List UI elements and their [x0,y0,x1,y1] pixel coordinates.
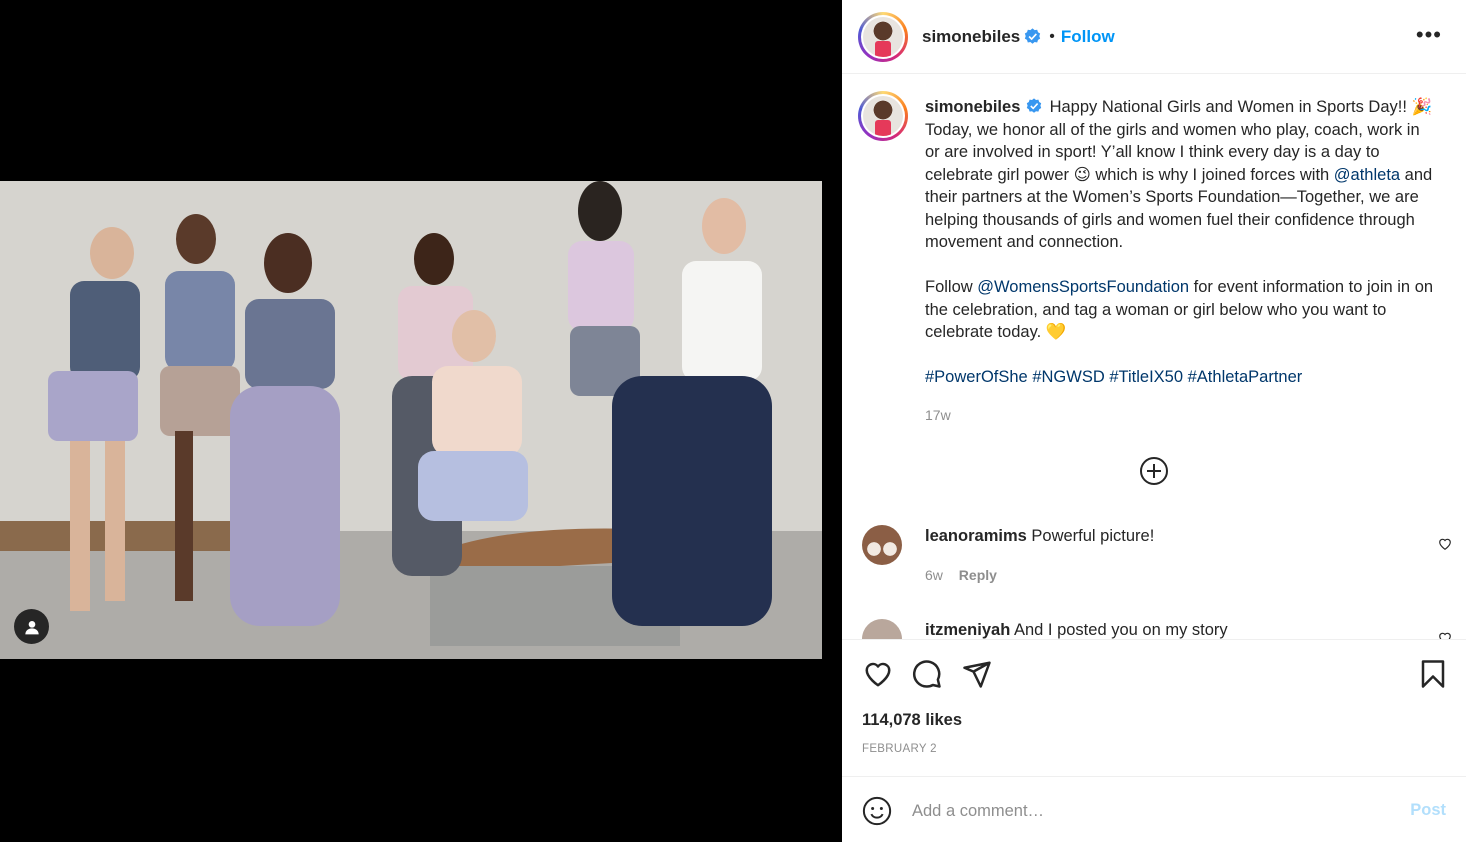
share-send-icon[interactable] [962,659,992,689]
hashtag-link[interactable]: #TitleIX50 [1109,368,1183,386]
mention-womens-sports-foundation[interactable]: @WomensSportsFoundation [977,278,1189,296]
verified-badge-icon [1026,98,1042,113]
comment-bubble-icon[interactable] [912,659,942,689]
comment-like-heart-icon[interactable] [1438,631,1452,639]
avatar-image [863,96,903,136]
media-pane [0,0,842,842]
caption-timestamp[interactable]: 17w [925,407,951,423]
post-date[interactable]: FEBRUARY 2 [862,743,937,755]
comment-timestamp[interactable]: 6w [925,567,943,583]
post-comment-button[interactable]: Post [1410,801,1446,820]
comments-scroll-area[interactable]: simonebiles Happy National Girls and Wom… [842,75,1466,639]
header-separator: • [1049,27,1055,45]
likes-count[interactable]: 114,078 likes [862,711,962,730]
caption-text-part: Follow [925,278,978,296]
commenter-avatar[interactable] [862,619,902,639]
reply-button[interactable]: Reply [959,567,997,583]
post-side-panel: simonebiles • Follow ••• simonebiles Hap… [842,0,1466,842]
user-icon [24,620,39,634]
hashtag-link[interactable]: #PowerOfShe [925,368,1028,386]
comment-text: And I posted you on my story [1013,621,1228,639]
tagged-users-button[interactable] [14,609,49,644]
instagram-post-modal: simonebiles • Follow ••• simonebiles Hap… [0,0,1466,842]
emoji-smiley-icon[interactable] [862,796,892,826]
post-actions: 114,078 likes FEBRUARY 2 [842,639,1466,776]
commenter-username[interactable]: leanoramims [925,527,1027,545]
commenter-username[interactable]: itzmeniyah [925,621,1010,639]
post-caption: simonebiles Happy National Girls and Wom… [925,96,1435,389]
like-heart-icon[interactable] [862,659,894,689]
post-photo[interactable] [0,181,822,659]
save-bookmark-icon[interactable] [1420,659,1446,689]
more-options-icon[interactable]: ••• [1416,24,1442,46]
caption-author-avatar[interactable] [858,91,908,141]
comment-input[interactable] [912,793,1382,829]
hashtag-link[interactable]: #NGWSD [1032,368,1104,386]
verified-badge-icon [1025,28,1041,44]
caption-username[interactable]: simonebiles [925,98,1020,116]
hashtag-link[interactable]: #AthletaPartner [1188,368,1303,386]
load-more-comments-icon[interactable] [1139,456,1169,486]
avatar-image [863,16,903,57]
add-comment-bar: Post [842,776,1466,842]
follow-button[interactable]: Follow [1061,27,1115,47]
author-avatar[interactable] [858,11,908,62]
commenter-avatar[interactable] [862,525,902,565]
author-username[interactable]: simonebiles [922,27,1020,47]
post-header: simonebiles • Follow ••• [842,0,1466,74]
photo-illustration [0,181,822,659]
mention-athleta[interactable]: @athleta [1334,166,1400,184]
comment-text: Powerful picture! [1031,527,1155,545]
comment-like-heart-icon[interactable] [1438,537,1452,551]
